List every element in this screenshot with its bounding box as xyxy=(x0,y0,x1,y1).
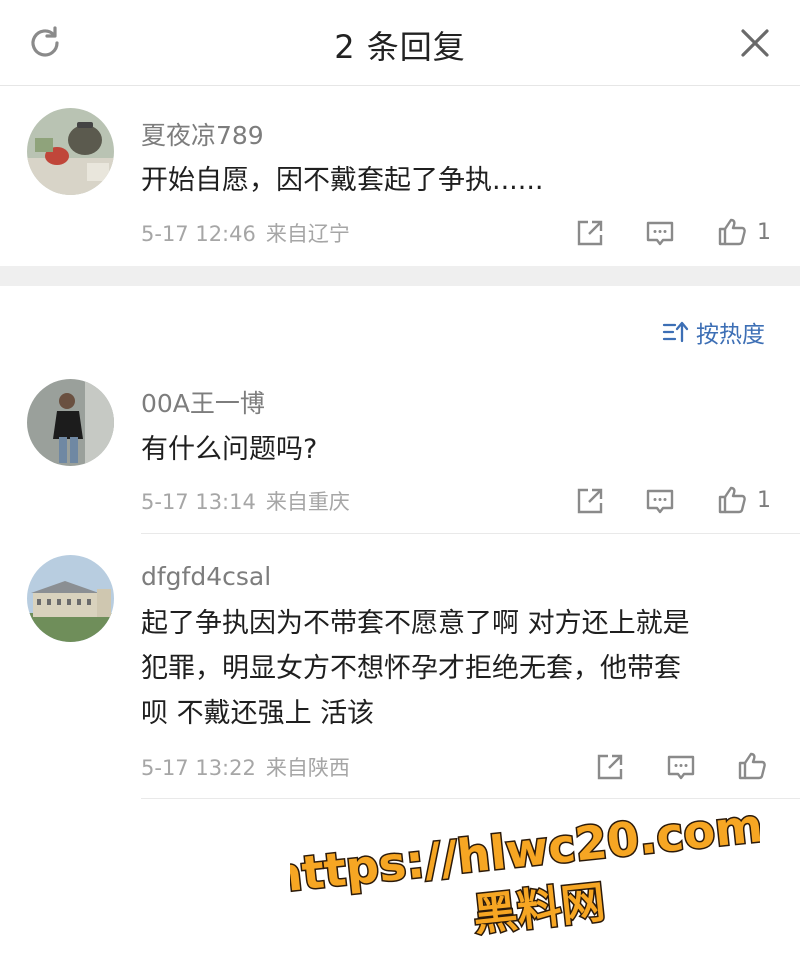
username[interactable]: 00A王一博 xyxy=(141,384,265,420)
comment-text: 起了争执因为不带套不愿意了啊 对方还上就是 犯罪，明显女方不想怀孕才拒绝无套，他… xyxy=(141,601,781,736)
like-icon[interactable] xyxy=(716,216,748,248)
comment-text-line: 犯罪，明显女方不想怀孕才拒绝无套，他带套 xyxy=(141,653,681,684)
divider xyxy=(141,533,800,534)
timestamp: 5-17 13:14 xyxy=(141,490,256,514)
sort-button[interactable]: 按热度 xyxy=(662,317,765,348)
avatar[interactable] xyxy=(27,108,114,195)
location: 来自陕西 xyxy=(265,756,350,780)
sort-label: 按热度 xyxy=(696,322,765,348)
comment-meta: 5-17 13:22 来自陕西 xyxy=(141,752,350,782)
like-count: 1 xyxy=(757,220,771,245)
watermark-name: 黑料网 xyxy=(471,877,608,940)
comment-text-line: 呗 不戴还强上 活该 xyxy=(141,698,375,729)
like-count: 1 xyxy=(757,488,771,513)
location: 来自辽宁 xyxy=(265,222,350,246)
comment-meta: 5-17 13:14 来自重庆 xyxy=(141,486,350,516)
username[interactable]: dfgfd4csal xyxy=(141,562,271,591)
location: 来自重庆 xyxy=(265,490,350,514)
comment-meta: 5-17 12:46 来自辽宁 xyxy=(141,218,350,248)
timestamp: 5-17 12:46 xyxy=(141,222,256,246)
avatar[interactable] xyxy=(27,379,114,466)
share-icon[interactable] xyxy=(574,485,606,517)
close-icon[interactable] xyxy=(736,24,774,62)
page-title: 2 条回复 xyxy=(334,28,466,66)
share-icon[interactable] xyxy=(574,217,606,249)
header: 2 条回复 xyxy=(0,0,800,86)
comment-icon[interactable] xyxy=(665,751,697,783)
divider xyxy=(141,798,800,799)
like-icon[interactable] xyxy=(736,750,768,782)
timestamp: 5-17 13:22 xyxy=(141,756,256,780)
sort-icon xyxy=(662,321,689,343)
username[interactable]: 夏夜凉789 xyxy=(141,116,264,152)
comment-text: 开始自愿，因不戴套起了争执...... xyxy=(141,165,544,196)
avatar[interactable] xyxy=(27,555,114,642)
comment-icon[interactable] xyxy=(644,217,676,249)
like-icon[interactable] xyxy=(716,484,748,516)
share-icon[interactable] xyxy=(594,751,626,783)
comment-icon[interactable] xyxy=(644,485,676,517)
watermark: https://hlwc20.com 黑料网 xyxy=(290,800,760,940)
section-gap xyxy=(0,266,800,286)
comment-text-line: 起了争执因为不带套不愿意了啊 对方还上就是 xyxy=(141,608,690,639)
comment-text: 有什么问题吗? xyxy=(141,434,318,465)
